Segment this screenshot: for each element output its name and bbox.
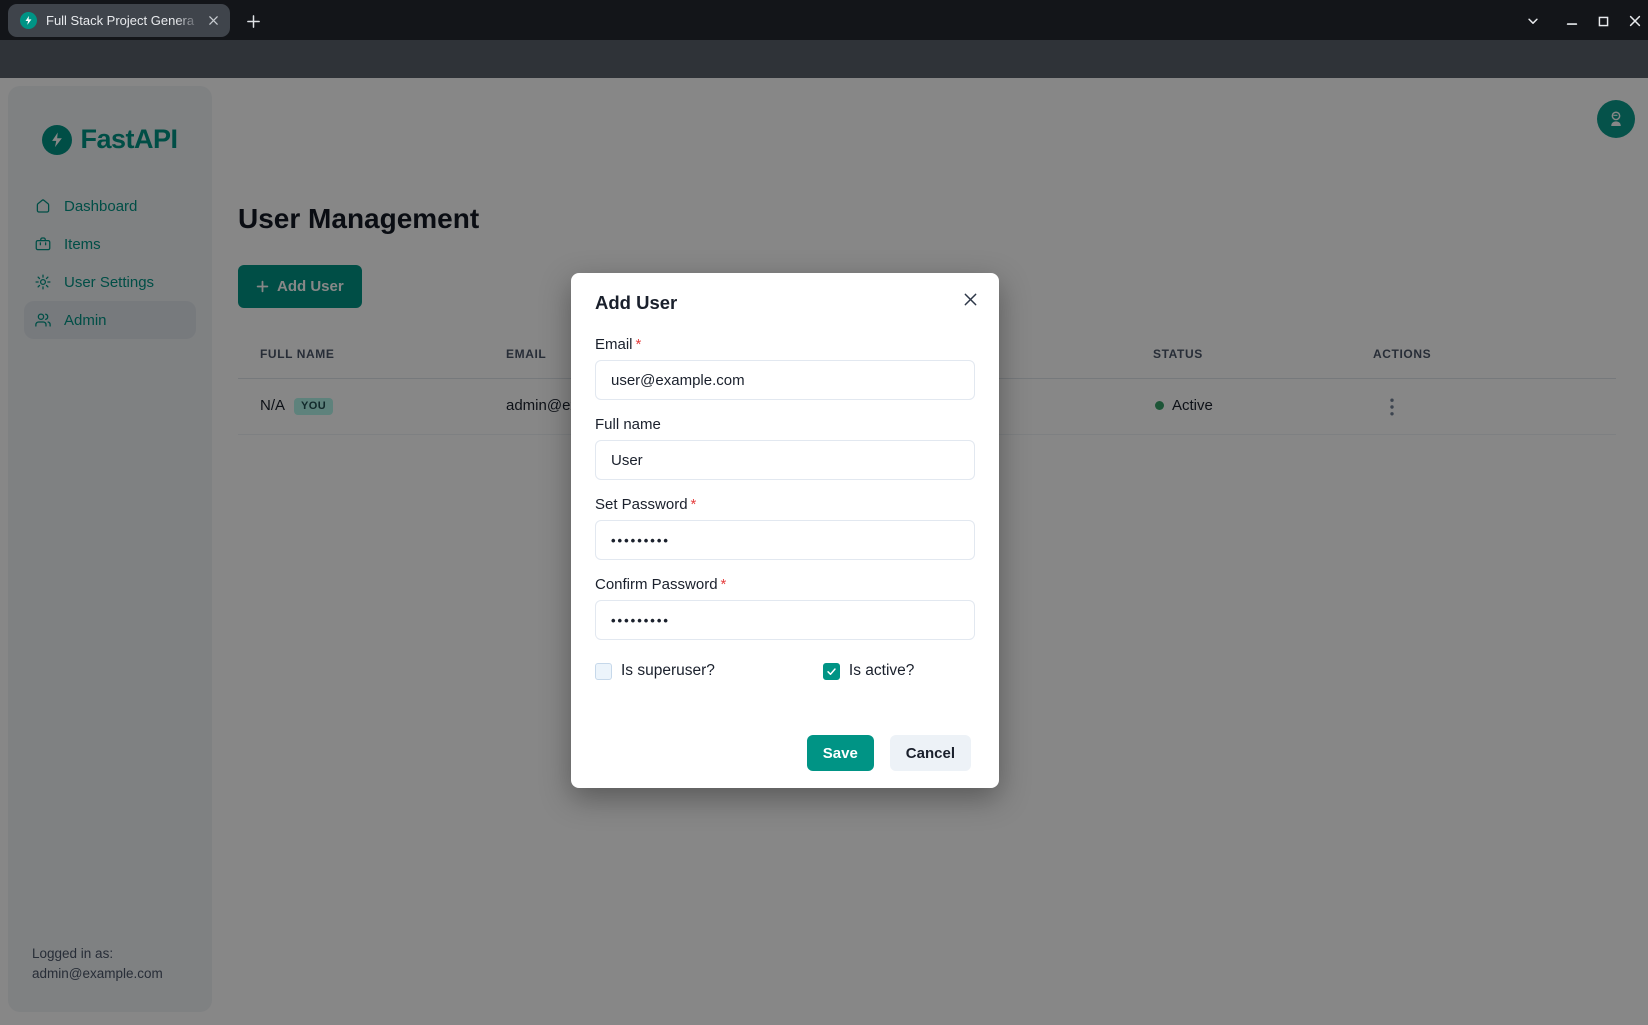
set-password-label: Set Password* [595, 496, 975, 513]
window-minimize-button[interactable] [1559, 8, 1585, 34]
set-password-field-group: Set Password* [595, 496, 975, 560]
confirm-password-label: Confirm Password* [595, 576, 975, 593]
is-superuser-label: Is superuser? [621, 662, 715, 680]
window-close-button[interactable] [1622, 8, 1648, 34]
modal-actions: Save Cancel [807, 735, 971, 771]
required-marker: * [721, 576, 727, 593]
required-marker: * [636, 336, 642, 353]
tab-search-chevron-icon[interactable] [1520, 8, 1546, 34]
required-marker: * [691, 496, 697, 513]
confirm-password-field[interactable] [595, 600, 975, 640]
modal-close-button[interactable] [956, 285, 984, 313]
new-tab-button[interactable] [240, 8, 266, 34]
tab-close-icon[interactable] [204, 12, 222, 30]
checkbox-row: Is superuser? Is active? [595, 662, 975, 680]
modal-title: Add User [595, 273, 975, 314]
browser-toolbar: i localhost/admin 1 [0, 40, 1648, 78]
full-name-label: Full name [595, 416, 975, 433]
close-icon [963, 292, 978, 307]
tab-strip: Full Stack Project Genera [0, 0, 1648, 40]
full-name-field[interactable] [595, 440, 975, 480]
email-field[interactable] [595, 360, 975, 400]
fastapi-favicon-icon [20, 12, 37, 29]
email-field-group: Email* [595, 336, 975, 400]
email-label: Email* [595, 336, 975, 353]
full-name-field-group: Full name [595, 416, 975, 480]
set-password-field[interactable] [595, 520, 975, 560]
confirm-password-field-group: Confirm Password* [595, 576, 975, 640]
tab-title: Full Stack Project Genera [46, 13, 204, 28]
cancel-button[interactable]: Cancel [890, 735, 971, 771]
add-user-modal: Add User Email* Full name Set Password* … [571, 273, 999, 788]
checkbox-unchecked-icon[interactable] [595, 663, 612, 680]
checkbox-checked-icon[interactable] [823, 663, 840, 680]
is-superuser-checkbox[interactable]: Is superuser? [595, 662, 715, 680]
browser-tab[interactable]: Full Stack Project Genera [8, 4, 230, 37]
window-maximize-button[interactable] [1590, 8, 1616, 34]
is-active-checkbox[interactable]: Is active? [823, 662, 914, 680]
save-button[interactable]: Save [807, 735, 874, 771]
is-active-label: Is active? [849, 662, 914, 680]
